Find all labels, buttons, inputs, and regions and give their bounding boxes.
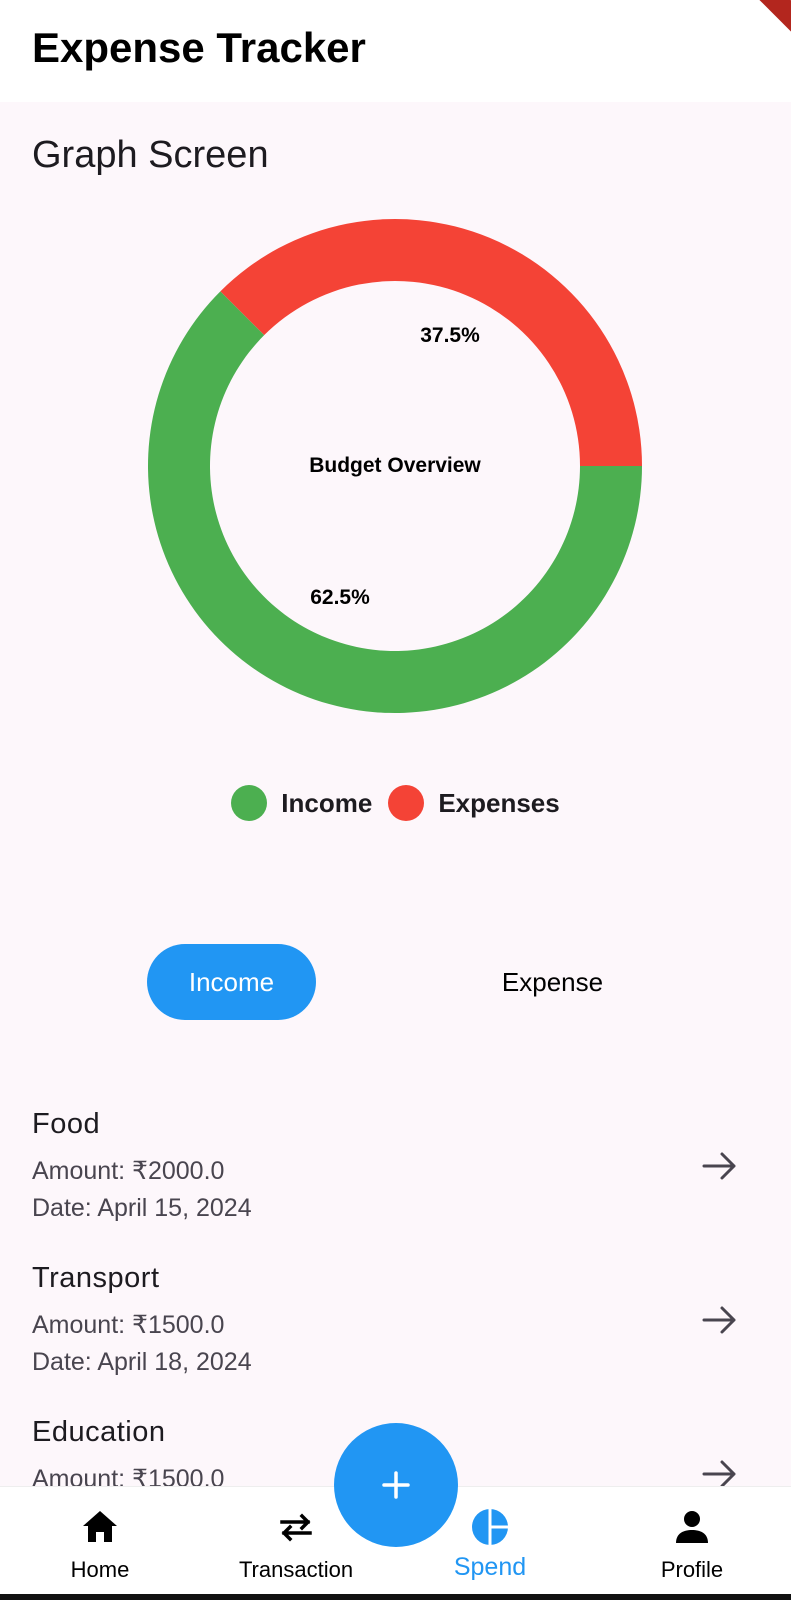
swap-arrows-icon (280, 1513, 312, 1542)
budget-donut-chart: Budget Overview 37.5% 62.5% (0, 200, 791, 760)
app-bar: Expense Tracker (0, 0, 791, 102)
legend-label-expenses: Expenses (438, 787, 560, 818)
legend-dot-income (231, 785, 268, 821)
plus-icon (382, 1471, 410, 1499)
item-amount: Amount: ₹1500.0 (32, 1465, 225, 1486)
screen-heading: Graph Screen (32, 134, 269, 176)
legend-item-expenses: Expenses (388, 785, 560, 821)
legend-label-income: Income (281, 787, 373, 818)
income-toggle-button[interactable]: Income (147, 944, 316, 1020)
slice-label-expenses: 37.5% (420, 324, 480, 347)
legend-item-income: Income (231, 785, 372, 821)
nav-item-profile[interactable]: Profile (632, 1487, 752, 1597)
nav-label-profile: Profile (660, 1557, 724, 1582)
list-item[interactable]: Transport Amount: ₹1500.0 Date: April 18… (0, 1254, 791, 1408)
home-icon (83, 1511, 117, 1542)
item-title: Food (32, 1108, 101, 1140)
expense-toggle-button[interactable]: Expense (468, 944, 637, 1020)
debug-banner (736, 0, 791, 41)
nav-label-home: Home (70, 1557, 130, 1582)
item-amount: Amount: ₹2000.0 (32, 1157, 225, 1185)
nav-label-transaction: Transaction (238, 1557, 354, 1582)
arrow-right-icon[interactable] (700, 1454, 740, 1486)
app-title: Expense Tracker (32, 24, 366, 71)
item-date: Date: April 18, 2024 (32, 1348, 252, 1376)
arrow-right-icon[interactable] (700, 1300, 740, 1340)
slice-label-income: 62.5% (310, 586, 370, 609)
donut-svg: Budget Overview 37.5% 62.5% (147, 219, 643, 713)
add-transaction-fab[interactable] (334, 1423, 458, 1547)
item-date: Date: April 15, 2024 (32, 1194, 252, 1222)
item-title: Education (32, 1416, 166, 1448)
list-item[interactable]: Food Amount: ₹2000.0 Date: April 15, 202… (0, 1100, 791, 1254)
pie-chart-icon (472, 1509, 508, 1545)
item-title: Transport (32, 1262, 160, 1294)
bottom-edge (0, 1594, 791, 1600)
person-icon (676, 1511, 708, 1543)
chart-legend: Income Expenses (0, 785, 791, 821)
legend-dot-expenses (388, 785, 425, 821)
chart-center-label: Budget Overview (309, 454, 481, 477)
nav-label-spend: Spend (453, 1553, 527, 1581)
item-amount: Amount: ₹1500.0 (32, 1311, 225, 1339)
nav-item-home[interactable]: Home (40, 1487, 160, 1597)
arrow-right-icon[interactable] (700, 1146, 740, 1186)
